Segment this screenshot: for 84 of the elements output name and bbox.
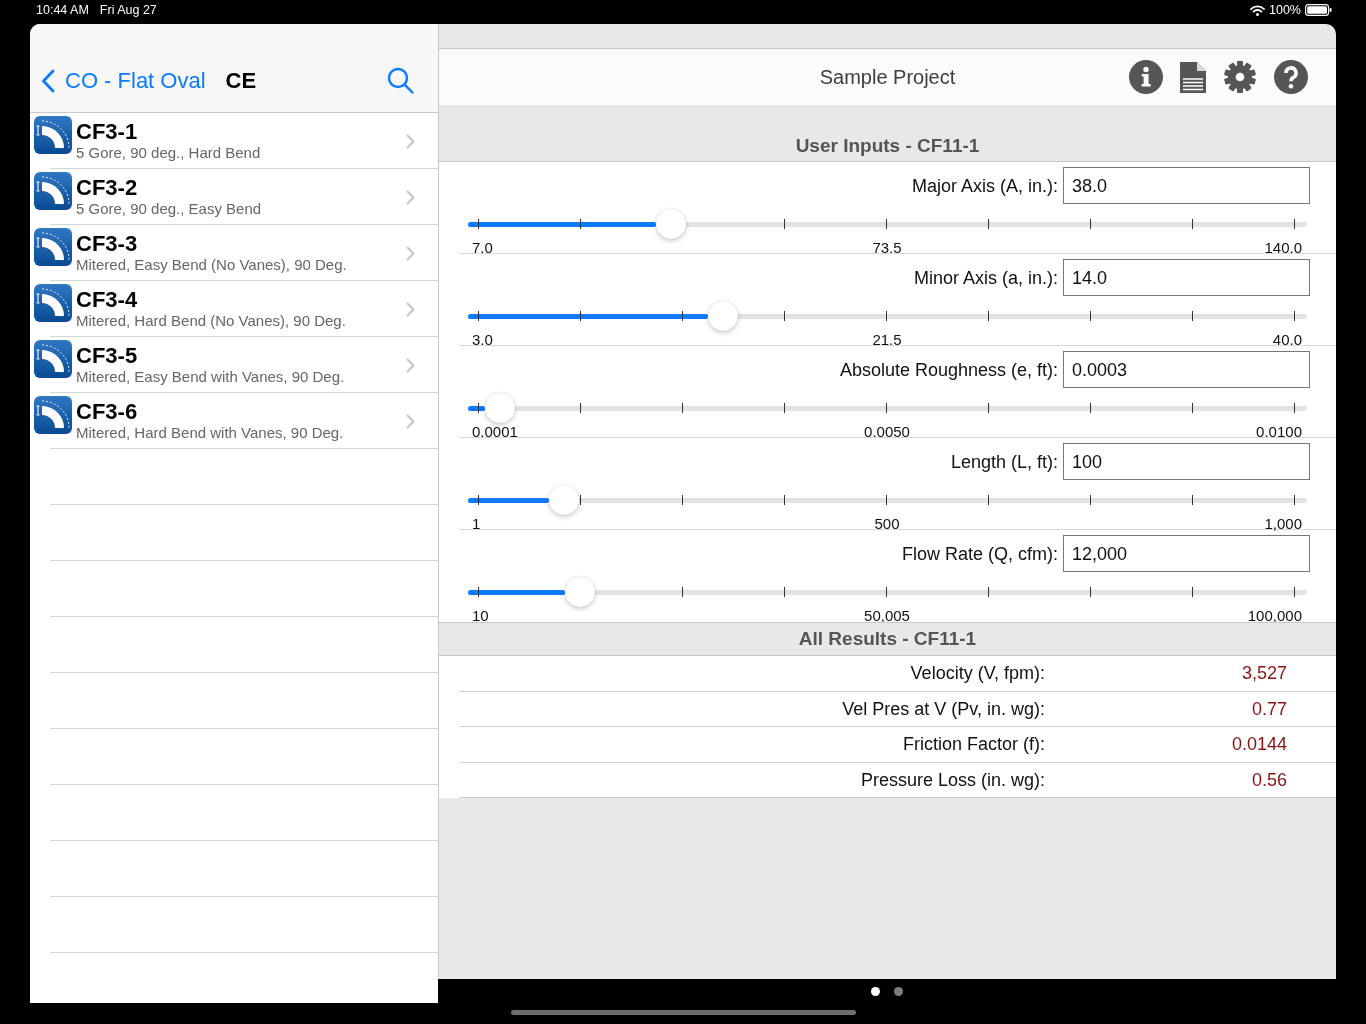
scale-label: 10: [472, 608, 489, 623]
scale-label: 3.0: [472, 332, 493, 347]
result-value: 3,527: [1241, 662, 1287, 685]
duct-elbow-icon: [34, 284, 72, 322]
input-field[interactable]: 38.0: [1063, 167, 1310, 204]
slider[interactable]: [468, 485, 1307, 515]
item-title: CF3-6: [76, 400, 139, 424]
scale-label: 21.5: [872, 332, 902, 347]
item-subtitle: Mitered, Hard Bend with Vanes, 90 Deg.: [76, 424, 344, 442]
slider-thumb[interactable]: [655, 209, 686, 239]
item-title: CF3-4: [76, 288, 139, 312]
item-title: CF3-5: [76, 344, 139, 368]
chevron-left-icon: [41, 69, 55, 93]
scale-label: 0.0050: [864, 424, 910, 439]
field-label: Length (L, ft):: [950, 450, 1058, 473]
battery-icon: [1305, 4, 1332, 16]
scale-label: 1: [472, 516, 481, 531]
scale-label: 7.0: [472, 240, 493, 255]
search-icon[interactable]: [387, 67, 414, 94]
status-date: Fri Aug 27: [99, 3, 157, 17]
wifi-icon: [1250, 4, 1265, 16]
chevron-right-icon: [406, 413, 415, 429]
chevron-right-icon: [406, 301, 415, 317]
result-label: Friction Factor (f):: [903, 733, 1045, 756]
chevron-right-icon: [406, 189, 415, 205]
scale-label: 140.0: [1264, 240, 1302, 255]
scale-label: 1,000: [1264, 516, 1302, 531]
info-icon[interactable]: [1129, 60, 1163, 94]
scale-label: 40.0: [1272, 332, 1302, 347]
field-label: Minor Axis (a, in.):: [913, 266, 1058, 289]
slider[interactable]: [468, 301, 1307, 331]
page-dot[interactable]: [894, 986, 903, 996]
slider-thumb[interactable]: [565, 577, 595, 607]
scale-label: 500: [874, 516, 900, 531]
result-label: Vel Pres at V (Pv, in. wg):: [842, 697, 1045, 720]
item-title: CF3-1: [76, 120, 139, 144]
item-subtitle: 5 Gore, 90 deg., Hard Bend: [76, 144, 261, 162]
project-title: Sample Project: [819, 65, 956, 89]
back-button[interactable]: CO - Flat Oval: [41, 67, 206, 95]
navigation-title: CE: [225, 67, 257, 95]
item-subtitle: Mitered, Easy Bend (No Vanes), 90 Deg.: [76, 256, 347, 274]
item-subtitle: Mitered, Hard Bend (No Vanes), 90 Deg.: [76, 312, 346, 330]
slider[interactable]: [468, 393, 1307, 423]
scale-label: 73.5: [872, 240, 902, 255]
chevron-right-icon: [406, 133, 415, 149]
battery-percent: 100%: [1269, 3, 1301, 17]
item-subtitle: 5 Gore, 90 deg., Easy Bend: [76, 200, 262, 218]
result-label: Velocity (V, fpm):: [910, 662, 1045, 685]
status-time: 10:44 AM: [36, 3, 89, 17]
scale-label: 100,000: [1247, 608, 1302, 623]
item-title: CF3-2: [76, 176, 139, 200]
duct-elbow-icon: [34, 172, 72, 210]
result-label: Pressure Loss (in. wg):: [860, 768, 1045, 791]
duct-elbow-icon: [34, 228, 72, 266]
result-value: 0.0144: [1231, 733, 1287, 756]
slider-thumb[interactable]: [707, 301, 738, 331]
item-title: CF3-3: [76, 232, 139, 256]
duct-elbow-icon: [34, 396, 72, 434]
chevron-right-icon: [406, 245, 415, 261]
slider[interactable]: [468, 209, 1307, 239]
field-label: Flow Rate (Q, cfm):: [902, 542, 1058, 565]
field-label: Major Axis (A, in.):: [911, 174, 1058, 197]
scale-label: 50,005: [864, 608, 910, 623]
field-label: Absolute Roughness (e, ft):: [839, 358, 1058, 381]
result-value: 0.77: [1251, 697, 1287, 720]
chevron-right-icon: [406, 357, 415, 373]
slider[interactable]: [468, 577, 1307, 607]
scale-label: 0.0100: [1256, 424, 1302, 439]
section-heading: All Results - CF11-1: [439, 622, 1336, 656]
settings-icon[interactable]: [1223, 60, 1257, 94]
input-field[interactable]: 100: [1063, 443, 1310, 480]
page-dot[interactable]: [871, 986, 880, 996]
help-icon[interactable]: [1274, 60, 1308, 94]
slider-thumb[interactable]: [485, 393, 516, 423]
result-value: 0.56: [1251, 768, 1287, 791]
scale-label: 0.0001: [472, 424, 518, 439]
input-field[interactable]: 12,000: [1063, 535, 1310, 572]
input-field[interactable]: 0.0003: [1063, 351, 1310, 388]
document-icon[interactable]: [1180, 61, 1206, 93]
input-field[interactable]: 14.0: [1063, 259, 1310, 296]
item-subtitle: Mitered, Easy Bend with Vanes, 90 Deg.: [76, 368, 345, 386]
duct-elbow-icon: [34, 116, 72, 154]
duct-elbow-icon: [34, 340, 72, 378]
slider-thumb[interactable]: [548, 485, 579, 515]
